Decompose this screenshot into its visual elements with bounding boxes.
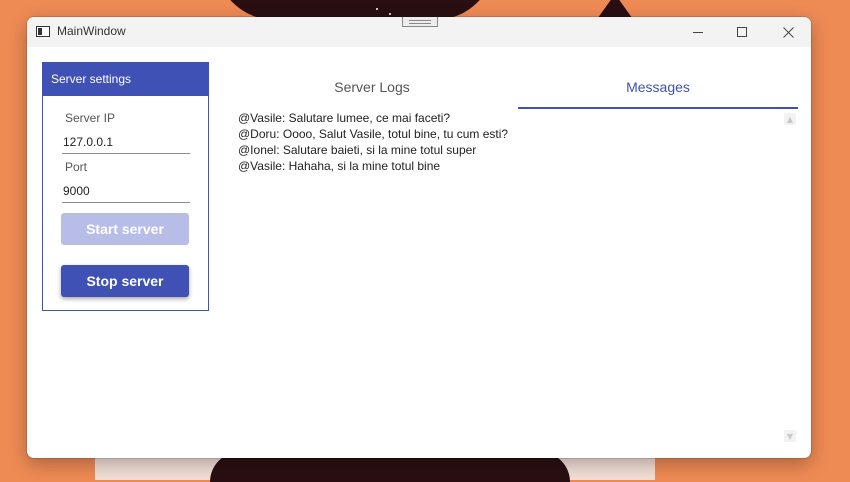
title-bar[interactable]: MainWindow bbox=[27, 17, 811, 47]
main-window: MainWindow Server settings Server IP Por… bbox=[27, 17, 811, 458]
messages-list: @Vasile: Salutare lumee, ce mai faceti? … bbox=[238, 110, 758, 174]
window-title: MainWindow bbox=[57, 24, 126, 38]
tab-server-logs[interactable]: Server Logs bbox=[223, 75, 521, 109]
tab-messages[interactable]: Messages bbox=[518, 75, 798, 109]
server-settings-panel: Server settings Server IP Port Start ser… bbox=[42, 62, 209, 311]
message-item: @Doru: Oooo, Salut Vasile, totul bine, t… bbox=[238, 127, 509, 141]
minimize-icon bbox=[693, 32, 703, 33]
wallpaper-sparkle bbox=[389, 13, 391, 15]
message-item: @Vasile: Hahaha, si la mine totul bine bbox=[238, 159, 441, 173]
wallpaper-sparkle bbox=[376, 8, 378, 10]
app-icon bbox=[36, 26, 50, 37]
port-label: Port bbox=[65, 160, 88, 174]
port-input[interactable] bbox=[62, 182, 183, 198]
tab-selected-indicator bbox=[518, 107, 798, 109]
port-field-wrapper bbox=[62, 180, 190, 203]
close-icon bbox=[782, 26, 794, 38]
server-ip-field-wrapper bbox=[62, 131, 190, 154]
message-item: @Vasile: Salutare lumee, ce mai faceti? bbox=[238, 111, 451, 125]
start-server-button[interactable]: Start server bbox=[61, 213, 189, 245]
server-ip-label: Server IP bbox=[65, 111, 116, 125]
minimize-button[interactable] bbox=[675, 17, 721, 47]
server-settings-header: Server settings bbox=[43, 63, 208, 96]
grip-handle-icon[interactable] bbox=[402, 17, 438, 27]
scroll-up-icon[interactable]: ▲ bbox=[784, 113, 796, 125]
maximize-button[interactable] bbox=[719, 17, 765, 47]
maximize-icon bbox=[737, 27, 747, 37]
scroll-down-icon[interactable]: ▼ bbox=[784, 430, 796, 442]
close-button[interactable] bbox=[765, 17, 811, 47]
stop-server-button[interactable]: Stop server bbox=[61, 265, 189, 297]
server-ip-input[interactable] bbox=[62, 133, 183, 149]
message-item: @Ionel: Salutare baieti, si la mine totu… bbox=[238, 143, 477, 157]
